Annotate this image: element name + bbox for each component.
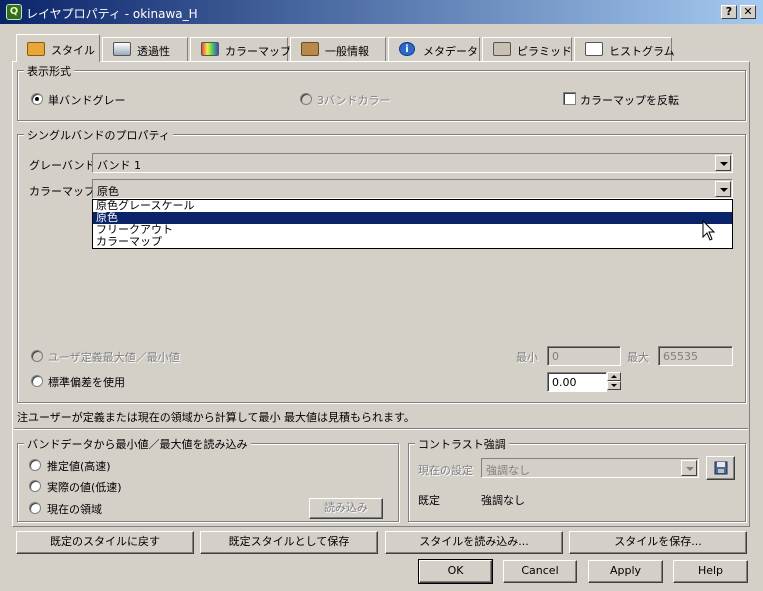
save-style-button[interactable]: スタイルを保存... (569, 531, 747, 554)
transparency-icon (113, 42, 131, 56)
tab-metadata[interactable]: i メタデータ (388, 37, 480, 61)
current-setting-label: 現在の設定 (418, 464, 473, 477)
qgis-app-icon: Q (6, 4, 22, 20)
note-text: 注ユーザーが定義または現在の領域から計算して最小 最大値は見積もられます。 (17, 411, 415, 424)
help-title-button[interactable]: ? (721, 5, 737, 19)
max-label: 最大 (627, 351, 649, 364)
colormap-icon (201, 42, 219, 56)
load-button: 読み込み (309, 498, 383, 519)
histogram-icon (585, 42, 603, 56)
stddev-input[interactable]: 0.00 (547, 372, 607, 392)
ok-button[interactable]: OK (418, 559, 493, 584)
max-input: 65535 (658, 346, 733, 366)
apply-button[interactable]: Apply (588, 560, 663, 583)
actual-radio[interactable] (29, 480, 41, 492)
save-contrast-button[interactable] (706, 456, 735, 480)
use-stddev-radio[interactable] (31, 375, 43, 387)
tab-colormap[interactable]: カラーマップ (190, 37, 291, 61)
list-item[interactable]: 原色 (93, 212, 732, 224)
chevron-down-icon[interactable] (715, 155, 731, 171)
tab-histogram[interactable]: ヒストグラム (574, 37, 675, 61)
spin-up-icon[interactable] (607, 372, 621, 381)
cancel-button[interactable]: Cancel (503, 560, 577, 583)
min-label: 最小 (516, 351, 538, 364)
tab-pyramid[interactable]: ピラミッド (482, 37, 572, 61)
tab-style[interactable]: スタイル (16, 34, 100, 62)
spin-down-icon[interactable] (607, 381, 621, 390)
restore-default-style-button[interactable]: 既定のスタイルに戻す (16, 531, 194, 554)
gray-band-select[interactable]: バンド 1 (92, 153, 733, 173)
invert-colormap-checkbox[interactable] (563, 92, 576, 105)
tab-general[interactable]: 一般情報 (290, 37, 386, 61)
floppy-disk-icon (714, 461, 727, 475)
single-band-gray-radio[interactable] (31, 93, 43, 105)
list-item[interactable]: 原色グレースケール (93, 200, 732, 212)
stddev-spinner[interactable] (607, 372, 621, 391)
list-item[interactable]: カラーマップ (93, 236, 732, 248)
mouse-cursor-icon (702, 220, 716, 241)
list-item[interactable]: フリークアウト (93, 224, 732, 236)
three-band-color-radio (300, 93, 312, 105)
chevron-down-icon (681, 460, 697, 476)
default-value: 強調なし (481, 494, 525, 507)
brush-icon (27, 42, 45, 56)
help-button[interactable]: Help (673, 560, 748, 583)
current-extent-label: 現在の領域 (47, 503, 102, 516)
invert-colormap-label: カラーマップを反転 (580, 94, 679, 107)
load-style-button[interactable]: スタイルを読み込み... (385, 531, 563, 554)
tools-icon (301, 42, 319, 56)
chevron-down-icon[interactable] (715, 181, 731, 197)
separator (14, 428, 748, 430)
close-window-button[interactable]: ✕ (740, 5, 756, 19)
use-stddev-label: 標準偏差を使用 (48, 376, 125, 389)
user-defined-minmax-label: ユーザ定義最大値／最小値 (48, 351, 180, 364)
estimate-radio[interactable] (29, 459, 41, 471)
user-defined-minmax-radio (31, 350, 43, 362)
gray-band-label: グレーバンド (29, 159, 96, 172)
tab-transparency[interactable]: 透過性 (102, 37, 188, 61)
colormap-dropdown-list[interactable]: 原色グレースケール 原色 フリークアウト カラーマップ (92, 199, 733, 249)
colormap-select[interactable]: 原色 (92, 179, 733, 199)
estimate-label: 推定値(高速) (47, 460, 111, 473)
single-band-gray-label: 単バンドグレー (48, 94, 126, 107)
info-icon: i (399, 42, 415, 56)
colormap-label: カラーマップ (29, 185, 95, 198)
default-label: 既定 (418, 494, 440, 507)
contrast-select: 強調なし (481, 458, 699, 478)
contrast-group: コントラスト強調 (408, 436, 746, 522)
actual-label: 実際の値(低速) (47, 481, 122, 494)
window-title: レイヤプロパティ - okinawa_H (26, 7, 198, 21)
three-band-color-label: 3バンドカラー (317, 94, 391, 107)
title-bar[interactable]: Q レイヤプロパティ - okinawa_H ? ✕ (0, 0, 763, 24)
min-input: 0 (547, 346, 621, 366)
save-as-default-button[interactable]: 既定スタイルとして保存 (200, 531, 378, 554)
pyramid-icon (493, 42, 511, 56)
current-extent-radio[interactable] (29, 502, 41, 514)
